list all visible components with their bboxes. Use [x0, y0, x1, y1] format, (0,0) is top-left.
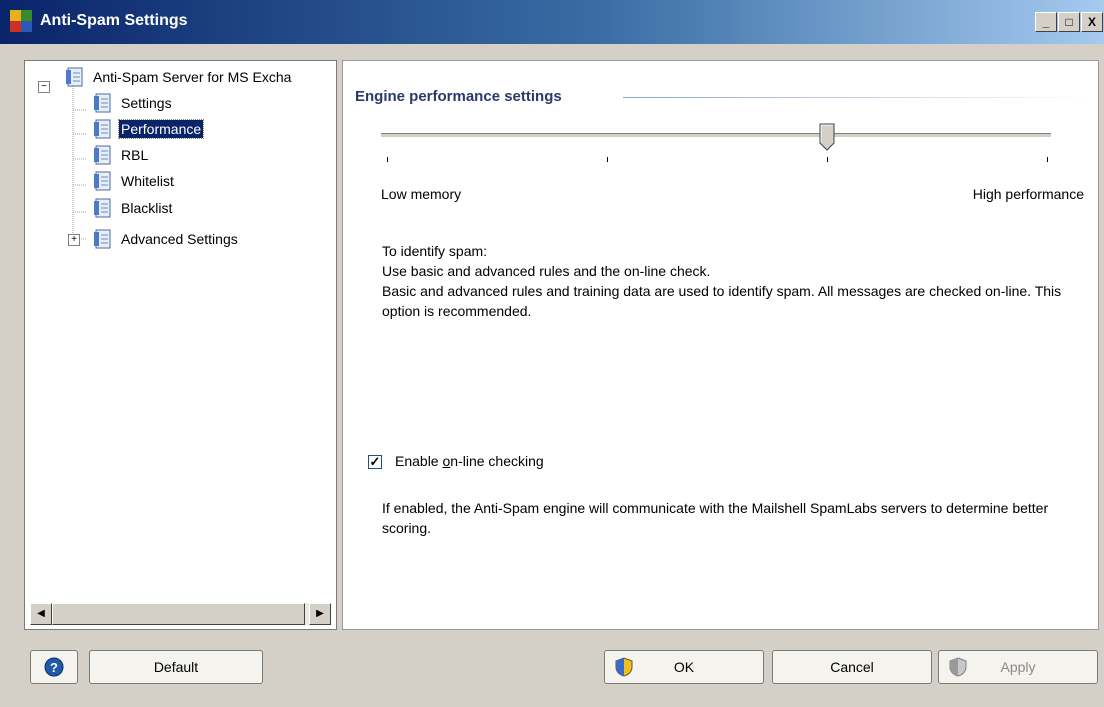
- settings-content-panel: Engine performance settings Low memory H…: [342, 60, 1099, 630]
- apply-label: Apply: [1000, 659, 1036, 675]
- label-prefix: Enable: [395, 453, 443, 469]
- default-button[interactable]: Default: [89, 650, 263, 684]
- slider-tick: [387, 157, 388, 162]
- minimize-button[interactable]: _: [1035, 12, 1057, 32]
- tree-root-item[interactable]: Anti-Spam Server for MS Excha: [65, 65, 293, 89]
- document-icon: [94, 119, 111, 139]
- expand-toggle-icon[interactable]: +: [68, 234, 80, 246]
- apply-button[interactable]: Apply: [938, 650, 1098, 684]
- ok-label: OK: [673, 659, 695, 675]
- tree-item-advanced-settings[interactable]: Advanced Settings: [93, 227, 240, 251]
- document-icon: [94, 93, 111, 113]
- uac-shield-icon: [949, 657, 967, 677]
- online-checking-checkbox[interactable]: ✓: [368, 455, 382, 469]
- section-title: Engine performance settings: [355, 88, 562, 105]
- document-icon: [94, 198, 111, 218]
- tree-item-performance[interactable]: Performance: [93, 117, 205, 141]
- slider-high-label: High performance: [972, 186, 1084, 202]
- uac-shield-icon: [615, 657, 633, 677]
- document-icon: [66, 67, 83, 87]
- slider-tick: [1047, 157, 1048, 162]
- svg-text:?: ?: [50, 660, 58, 675]
- description-heading: To identify spam:: [382, 243, 488, 259]
- window-title: Anti-Spam Settings: [40, 12, 188, 29]
- description-detail: Basic and advanced rules and training da…: [382, 283, 1062, 319]
- tree-item-label: RBL: [121, 147, 149, 163]
- close-button[interactable]: X: [1081, 12, 1103, 32]
- tree-item-whitelist[interactable]: Whitelist: [93, 169, 176, 193]
- collapse-toggle-icon[interactable]: −: [38, 81, 50, 93]
- scroll-thumb[interactable]: [52, 603, 305, 625]
- tree-item-label: Performance: [117, 119, 205, 139]
- slider-low-label: Low memory: [381, 186, 462, 202]
- slider-tick: [827, 157, 828, 162]
- tree-item-label: Settings: [121, 95, 172, 111]
- online-checking-label[interactable]: Enable on-line checking: [395, 453, 544, 469]
- tree-item-settings[interactable]: Settings: [93, 91, 174, 115]
- online-checking-help: If enabled, the Anti-Spam engine will co…: [382, 500, 1049, 536]
- scroll-right-arrow-icon[interactable]: ▶: [309, 603, 331, 625]
- title-bar[interactable]: Anti-Spam Settings _ □ X: [0, 0, 1104, 44]
- section-divider: [623, 97, 1091, 98]
- tree-root-label: Anti-Spam Server for MS Excha: [93, 69, 292, 85]
- tree-item-blacklist[interactable]: Blacklist: [93, 196, 174, 220]
- document-icon: [94, 229, 111, 249]
- document-icon: [94, 171, 111, 191]
- slider-tick: [607, 157, 608, 162]
- help-button[interactable]: ?: [30, 650, 78, 684]
- tree-item-rbl[interactable]: RBL: [93, 143, 150, 167]
- tree-connector-lines: [72, 86, 87, 240]
- performance-slider-track[interactable]: [381, 133, 1051, 138]
- avg-app-icon: [10, 10, 32, 32]
- tree-horizontal-scrollbar[interactable]: ◀ ▶: [30, 603, 331, 625]
- maximize-button[interactable]: □: [1058, 12, 1080, 32]
- help-icon: ?: [44, 657, 64, 677]
- document-icon: [94, 145, 111, 165]
- description-mode: Use basic and advanced rules and the on-…: [382, 263, 711, 279]
- cancel-button[interactable]: Cancel: [772, 650, 932, 684]
- label-suffix: n-line checking: [450, 453, 544, 469]
- scroll-left-arrow-icon[interactable]: ◀: [30, 603, 52, 625]
- engine-description: To identify spam: Use basic and advanced…: [382, 241, 1082, 321]
- ok-button[interactable]: OK: [604, 650, 764, 684]
- settings-tree[interactable]: − Anti-Spam Server for MS Excha Settings…: [24, 60, 337, 630]
- tree-item-label: Whitelist: [121, 173, 174, 189]
- tree-item-label: Blacklist: [121, 200, 173, 216]
- tree-item-label: Advanced Settings: [121, 231, 238, 247]
- performance-slider-thumb[interactable]: [819, 123, 835, 151]
